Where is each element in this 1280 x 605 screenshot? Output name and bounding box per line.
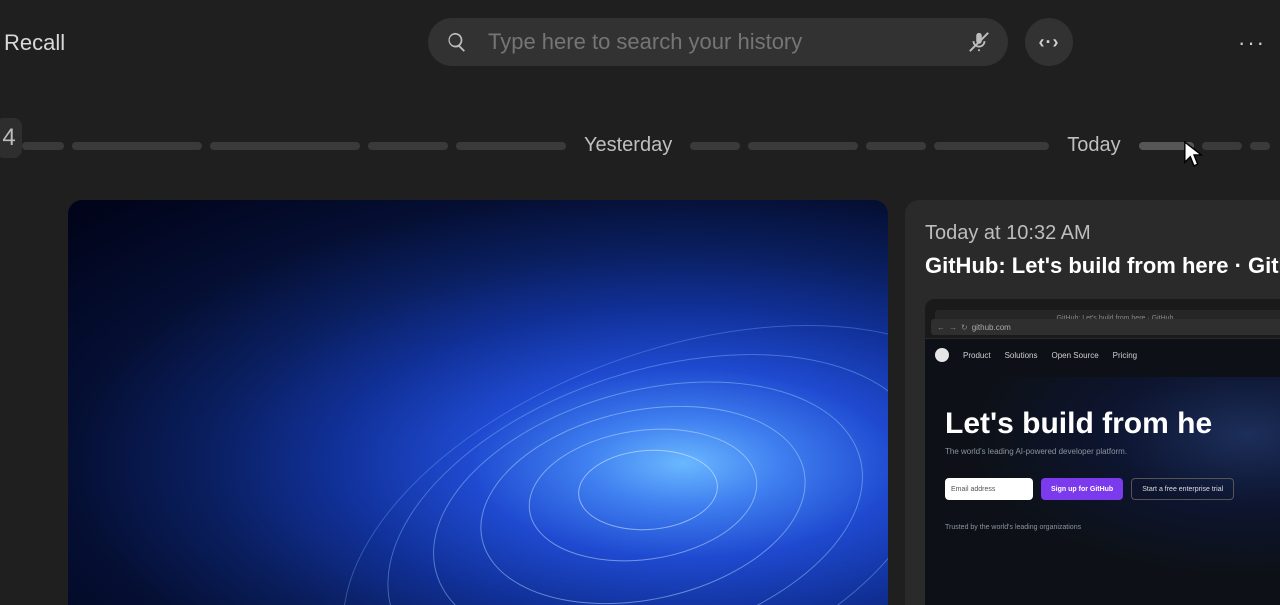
nav-item: Product (963, 351, 991, 360)
timeline-segment[interactable] (1250, 142, 1270, 150)
nav-item: Pricing (1113, 351, 1137, 360)
browser-chrome: GitHub: Let's build from here · GitHub ←… (925, 299, 1280, 339)
timeline-segment[interactable] (1202, 142, 1242, 150)
timeline-segment[interactable] (72, 142, 202, 150)
code-toggle-button[interactable]: ‹·› (1025, 18, 1073, 66)
timeline[interactable]: 4 Yesterday Today (0, 112, 1280, 162)
signup-button: Sign up for GitHub (1041, 478, 1123, 500)
forward-icon: → (949, 323, 957, 332)
search-input[interactable] (488, 29, 990, 55)
address-bar: ← → ↻ github.com (931, 319, 1280, 335)
header: Recall ‹·› ··· (0, 0, 1280, 80)
app-title: Recall (4, 30, 65, 56)
address-text: github.com (972, 323, 1011, 332)
more-menu-button[interactable]: ··· (1238, 30, 1266, 56)
snapshot-preview-card[interactable]: Today at 10:32 AM GitHub: Let's build fr… (905, 200, 1280, 605)
trial-button: Start a free enterprise trial (1131, 478, 1234, 500)
search-bar[interactable] (428, 18, 1008, 66)
timeline-segment[interactable] (456, 142, 566, 150)
timeline-segment[interactable] (748, 142, 858, 150)
main-snapshot[interactable] (68, 200, 888, 605)
hero-subtitle: The world's leading AI-powered developer… (945, 447, 1280, 456)
preview-title: GitHub: Let's build from here · GitH (925, 253, 1280, 279)
timeline-segment[interactable] (934, 142, 1049, 150)
code-icon: ‹·› (1039, 32, 1060, 53)
timeline-label-yesterday: Yesterday (584, 134, 672, 157)
timeline-date-badge[interactable]: 4 (0, 118, 22, 158)
mic-toggle-button[interactable] (964, 27, 994, 57)
hero-title: Let's build from he (945, 407, 1280, 441)
github-nav: Product Solutions Open Source Pricing (925, 343, 1280, 367)
timeline-segment-current[interactable] (1139, 142, 1194, 150)
trust-text: Trusted by the world's leading organizat… (945, 524, 1280, 531)
github-hero: Let's build from he The world's leading … (925, 377, 1280, 605)
timeline-segment[interactable] (368, 142, 448, 150)
preview-thumbnail[interactable]: GitHub: Let's build from here · GitHub ←… (925, 299, 1280, 605)
preview-timestamp: Today at 10:32 AM (925, 222, 1280, 245)
email-field: Email address (945, 478, 1033, 500)
search-icon (446, 31, 468, 53)
refresh-icon: ↻ (961, 323, 968, 332)
timeline-segments: Yesterday Today (22, 134, 1280, 157)
back-icon: ← (937, 323, 945, 332)
timeline-label-today: Today (1067, 134, 1120, 157)
timeline-segment[interactable] (690, 142, 740, 150)
cta-row: Email address Sign up for GitHub Start a… (945, 478, 1280, 500)
github-logo-icon (935, 348, 949, 362)
timeline-segment[interactable] (22, 142, 64, 150)
nav-item: Solutions (1005, 351, 1038, 360)
timeline-segment[interactable] (866, 142, 926, 150)
nav-item: Open Source (1052, 351, 1099, 360)
timeline-segment[interactable] (210, 142, 360, 150)
